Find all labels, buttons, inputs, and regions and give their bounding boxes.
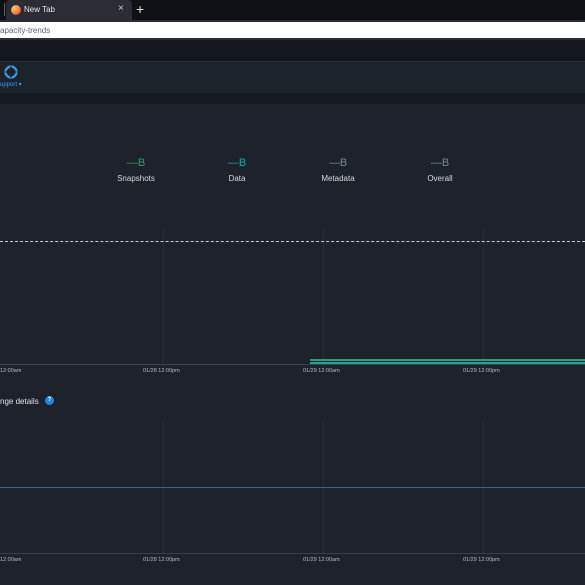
x-tick-label: 01/29 12:00pm — [463, 557, 500, 563]
grid-line — [323, 230, 324, 364]
help-icon[interactable]: ? — [45, 396, 54, 405]
app-window: New Tab × + apacity-trends upport ▾ —B S… — [0, 0, 585, 585]
new-tab-button[interactable]: + — [136, 1, 144, 17]
legend-value: —B — [126, 157, 146, 169]
x-axis — [0, 553, 585, 554]
url-input[interactable]: apacity-trends — [0, 22, 585, 38]
x-tick-label: 01/29 12:00pm — [463, 368, 500, 374]
grid-line — [163, 230, 164, 364]
legend-value: —B — [430, 157, 450, 169]
x-tick-label: 01/29 12:00am — [303, 368, 340, 374]
x-tick-label: 12:00am — [0, 368, 22, 374]
capacity-limit-line — [0, 241, 585, 242]
sub-header-band — [0, 93, 585, 104]
x-tick-label: 01/28 12:00pm — [143, 557, 180, 563]
legend-item-overall[interactable]: —B Overall — [395, 157, 485, 183]
grid-line — [483, 230, 484, 364]
app-top-band — [0, 40, 585, 61]
series-snapshots-line — [310, 359, 585, 361]
close-tab-icon[interactable]: × — [118, 3, 124, 15]
legend-item-snapshots[interactable]: —B Snapshots — [91, 157, 181, 183]
support-menu[interactable]: upport ▾ — [0, 81, 22, 88]
legend-value: —B — [227, 157, 247, 169]
x-tick-label: 01/29 12:00am — [303, 557, 340, 563]
firefox-icon — [11, 5, 21, 15]
tab-title: New Tab — [24, 5, 55, 14]
app-header — [0, 61, 585, 93]
tab-divider — [4, 3, 5, 16]
legend-item-data[interactable]: —B Data — [192, 157, 282, 183]
legend-label: Overall — [427, 174, 453, 183]
address-bar: apacity-trends — [0, 20, 585, 40]
legend-label: Data — [228, 174, 246, 183]
x-axis — [0, 364, 585, 365]
x-tick-label: 01/28 12:00pm — [143, 368, 180, 374]
change-series-line — [0, 487, 585, 488]
browser-tab-bar: New Tab × + — [0, 0, 585, 20]
legend-value: —B — [328, 157, 348, 169]
support-lifebuoy-icon[interactable] — [4, 65, 18, 79]
legend-item-metadata[interactable]: —B Metadata — [293, 157, 383, 183]
legend-label: Metadata — [321, 174, 355, 183]
url-text: apacity-trends — [0, 26, 51, 35]
browser-tab[interactable]: New Tab × — [6, 0, 132, 20]
section-title: nge details — [0, 397, 39, 406]
legend-label: Snapshots — [117, 174, 155, 183]
x-tick-label: 12:00am — [0, 557, 22, 563]
